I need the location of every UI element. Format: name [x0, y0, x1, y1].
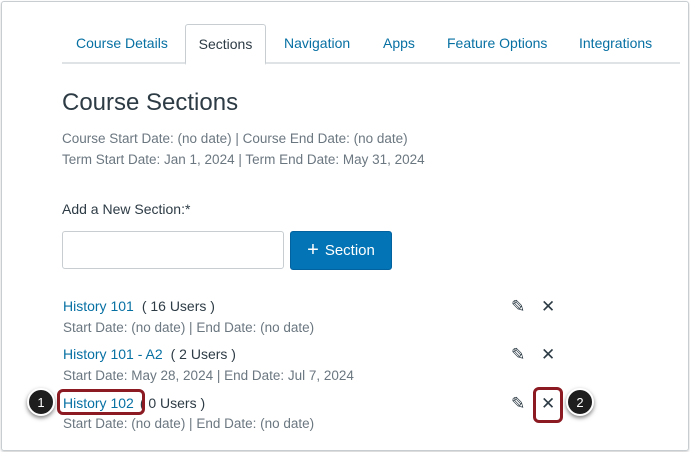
callout-badge-2: 2	[566, 388, 594, 416]
section-row: History 101 ( 16 Users )	[63, 298, 215, 314]
page-title: Course Sections	[62, 89, 239, 116]
section-dates: Start Date: (no date) | End Date: (no da…	[63, 416, 315, 431]
course-dates: Course Start Date: (no date) | Course En…	[62, 131, 408, 146]
section-link[interactable]: History 101 - A2	[63, 346, 163, 362]
tab-sections[interactable]: Sections	[185, 24, 266, 65]
edit-pencil-icon[interactable]: ✎	[511, 345, 525, 365]
highlight-box-delete	[533, 387, 563, 423]
tab-navigation[interactable]: Navigation	[284, 24, 350, 62]
section-link[interactable]: History 101	[63, 298, 134, 314]
tab-apps[interactable]: Apps	[383, 24, 415, 62]
plus-icon: +	[307, 239, 319, 261]
add-section-button-label: Section	[324, 242, 375, 259]
add-section-button[interactable]: + Section	[290, 231, 392, 270]
add-section-label: Add a New Section:*	[62, 201, 191, 217]
window-frame	[1, 1, 689, 451]
callout-badge-1: 1	[27, 388, 55, 416]
edit-pencil-icon[interactable]: ✎	[511, 394, 525, 414]
tab-feature-options[interactable]: Feature Options	[447, 24, 547, 62]
section-user-count: ( 16 Users )	[141, 298, 215, 314]
edit-pencil-icon[interactable]: ✎	[511, 297, 525, 317]
tab-integrations[interactable]: Integrations	[579, 24, 652, 62]
delete-x-icon[interactable]: ✕	[541, 297, 555, 317]
section-user-count: ( 0 Users )	[139, 395, 206, 411]
section-row: History 101 - A2 ( 2 Users )	[63, 346, 236, 362]
section-dates: Start Date: May 28, 2024 | End Date: Jul…	[63, 368, 354, 383]
section-dates: Start Date: (no date) | End Date: (no da…	[63, 320, 315, 335]
delete-x-icon[interactable]: ✕	[541, 345, 555, 365]
term-dates: Term Start Date: Jan 1, 2024 | Term End …	[62, 152, 425, 167]
section-name-input[interactable]	[62, 231, 284, 269]
highlight-box-section-link	[57, 389, 145, 415]
settings-tabs: Course Details Sections Navigation Apps …	[62, 24, 680, 65]
tab-course-details[interactable]: Course Details	[76, 24, 168, 62]
section-user-count: ( 2 Users )	[170, 346, 236, 362]
